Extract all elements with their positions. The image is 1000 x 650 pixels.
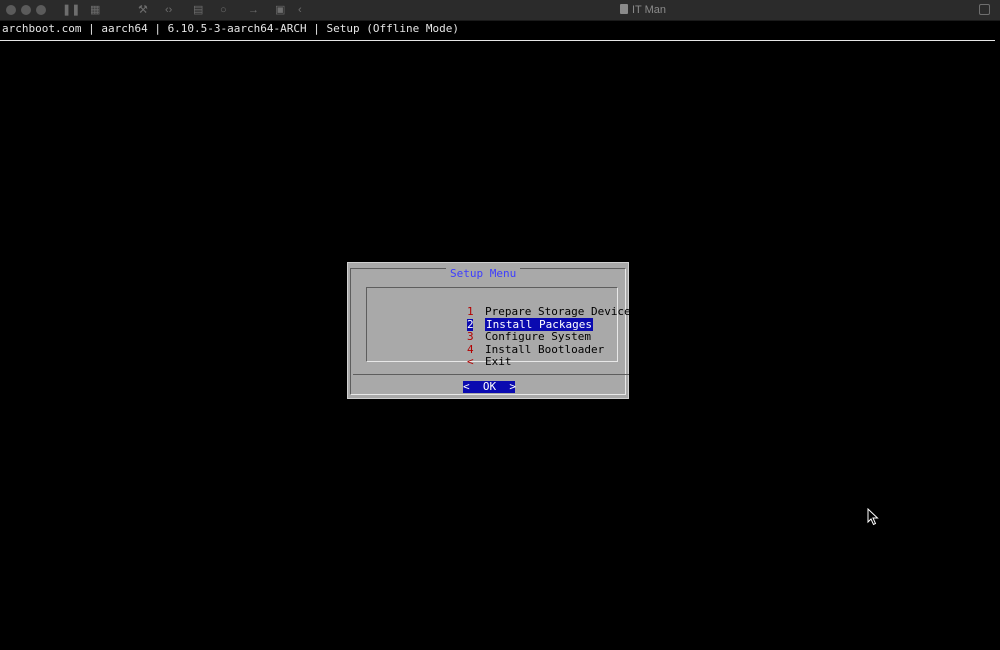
code-icon[interactable]: ‹› xyxy=(165,3,172,17)
menu-item-configure-system[interactable]: 3 Configure System xyxy=(414,319,591,343)
button-separator xyxy=(353,374,629,375)
menu-item-label: Exit xyxy=(484,355,512,368)
document-icon xyxy=(620,4,628,14)
window-title: IT Man xyxy=(620,3,666,17)
arrow-icon[interactable]: → xyxy=(248,3,259,17)
menu-item-install-packages[interactable]: 2 Install Packages xyxy=(414,307,593,331)
window-titlebar: ❚❚ ▦ ⚒ ‹› ▤ ○ → ▣ ‹ IT Man xyxy=(0,0,1000,21)
menu-item-tag: < xyxy=(466,355,474,368)
header-divider xyxy=(0,40,995,41)
ok-button[interactable]: < OK > xyxy=(463,381,516,393)
user-icon[interactable]: ○ xyxy=(220,3,227,17)
screen-icon[interactable]: ▣ xyxy=(275,3,285,17)
snapshot-icon[interactable]: ▦ xyxy=(90,3,100,17)
traffic-light-zoom-icon[interactable] xyxy=(36,5,46,15)
drive-icon[interactable]: ▤ xyxy=(193,3,203,17)
menu-item-install-bootloader[interactable]: 4 Install Bootloader xyxy=(414,332,604,356)
menu-list: 1 Prepare Storage Device 2 Install Package… xyxy=(366,287,631,368)
pause-icon[interactable]: ❚❚ xyxy=(62,3,80,17)
dialog-title: Setup Menu xyxy=(446,268,521,280)
traffic-light-minimize-icon[interactable] xyxy=(21,5,31,15)
traffic-light-close-icon[interactable] xyxy=(6,5,16,15)
back-chevron-icon[interactable]: ‹ xyxy=(298,3,302,17)
setup-menu-dialog: Setup Menu 1 Prepare Storage Device 2 Inst… xyxy=(347,262,631,399)
menu-item-prepare-storage[interactable]: 1 Prepare Storage Device xyxy=(414,294,631,318)
wrench-icon[interactable]: ⚒ xyxy=(138,3,148,17)
terminal-header: archboot.com | aarch64 | 6.10.5-3-aarch6… xyxy=(2,22,459,35)
menu-item-exit[interactable]: < Exit xyxy=(414,344,512,368)
fullscreen-icon[interactable] xyxy=(979,4,990,15)
mouse-pointer-icon xyxy=(867,508,879,526)
dialog-frame: Setup Menu 1 Prepare Storage Device 2 Inst… xyxy=(350,268,631,395)
